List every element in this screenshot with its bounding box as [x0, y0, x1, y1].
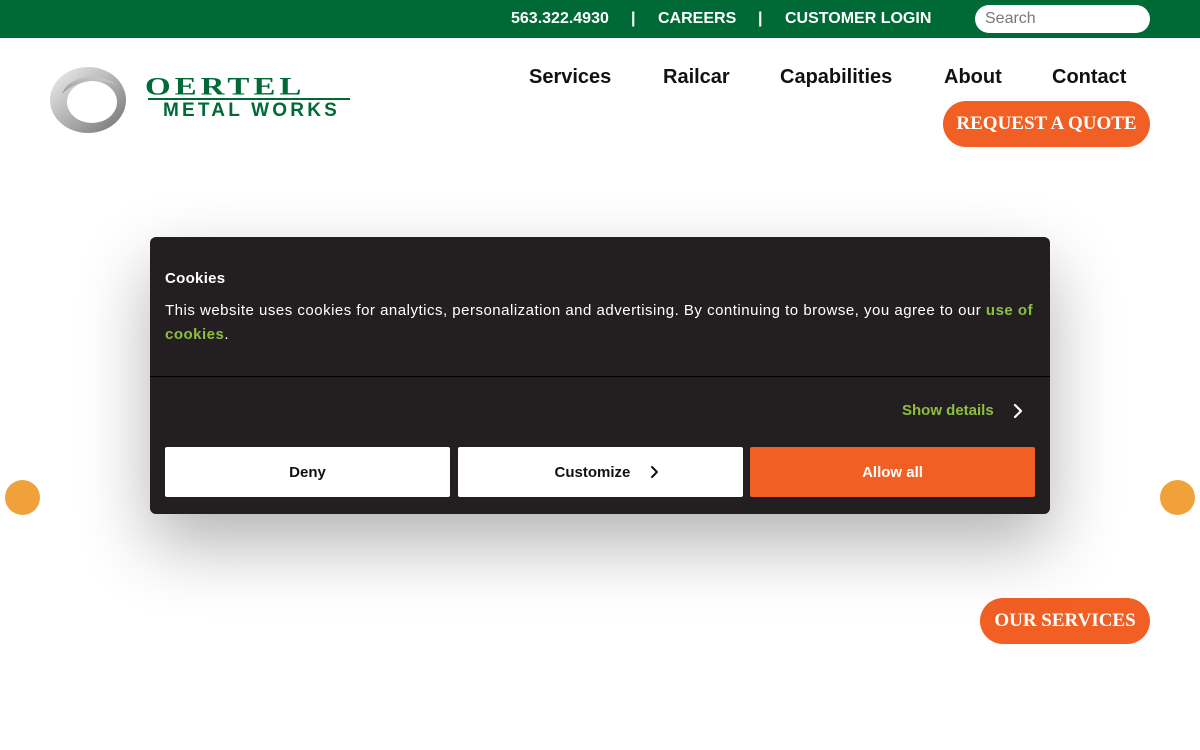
customer-login-link[interactable]: CUSTOMER LOGIN	[785, 10, 931, 28]
carousel-next-button[interactable]	[1160, 480, 1195, 515]
separator: |	[631, 10, 636, 27]
customize-label: Customize	[554, 464, 631, 481]
chevron-right-icon	[1013, 403, 1023, 419]
carousel-prev-button[interactable]	[5, 480, 40, 515]
separator: |	[758, 10, 763, 27]
request-quote-button[interactable]: REQUEST A QUOTE	[943, 101, 1150, 147]
our-services-button[interactable]: OUR SERVICES	[980, 598, 1150, 644]
careers-link[interactable]: CAREERS	[658, 10, 736, 28]
cookie-message-text: This website uses cookies for analytics,…	[165, 302, 986, 319]
logo-subtitle: METAL WORKS	[163, 100, 340, 121]
cookie-consent-dialog: Cookies This website uses cookies for an…	[150, 237, 1050, 514]
cookie-message-end: .	[224, 326, 230, 343]
chevron-right-icon	[650, 466, 658, 478]
nav-item-about[interactable]: About	[944, 66, 1002, 88]
deny-button[interactable]: Deny	[165, 447, 450, 497]
customize-button[interactable]: Customize	[458, 447, 743, 497]
nav-item-capabilities[interactable]: Capabilities	[780, 66, 892, 88]
top-utility-bar: 563.322.4930 | CAREERS | CUSTOMER LOGIN	[0, 0, 1200, 38]
allow-all-button[interactable]: Allow all	[750, 447, 1035, 497]
show-details-label: Show details	[902, 402, 994, 419]
cookie-title: Cookies	[165, 270, 226, 287]
search-input[interactable]	[975, 5, 1150, 33]
nav-item-contact[interactable]: Contact	[1052, 66, 1126, 88]
logo-wordmark: OERTEL	[145, 72, 306, 101]
cookie-message: This website uses cookies for analytics,…	[165, 299, 1040, 347]
nav-item-services[interactable]: Services	[529, 66, 611, 88]
logo-ring-icon	[50, 67, 126, 133]
nav-item-railcar[interactable]: Railcar	[663, 66, 730, 88]
phone-link[interactable]: 563.322.4930	[511, 10, 609, 28]
divider	[150, 376, 1050, 377]
